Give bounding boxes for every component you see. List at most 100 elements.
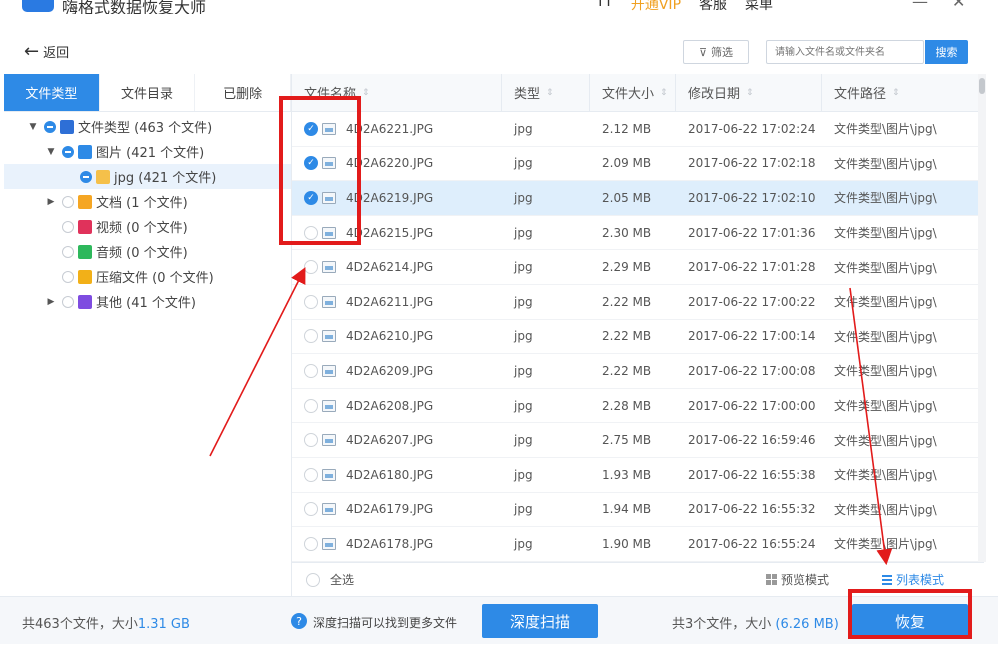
cell-type: jpg (514, 329, 533, 344)
row-checkbox[interactable] (304, 363, 318, 378)
tree-item-archives[interactable]: 压缩文件 (0 个文件) (4, 264, 291, 289)
image-file-icon (322, 537, 336, 550)
row-checkbox[interactable] (304, 225, 318, 240)
table-scrollbar[interactable] (978, 74, 986, 562)
search-button[interactable]: 搜索 (925, 40, 968, 64)
column-header-date[interactable]: 修改日期 ⇕ (676, 74, 822, 111)
tab-file-directory[interactable]: 文件目录 (100, 74, 196, 111)
expand-down-icon[interactable]: ▼ (26, 122, 40, 132)
close-icon[interactable]: ✕ (952, 0, 965, 11)
image-file-icon (322, 295, 336, 308)
header-tt[interactable]: TT (596, 0, 613, 14)
tree-radio[interactable] (62, 145, 74, 158)
minimize-icon[interactable]: — (912, 0, 928, 11)
table-row[interactable]: 4D2A6210.JPG jpg 2.22 MB 2017-06-22 17:00:1… (292, 320, 984, 355)
image-file-icon (322, 191, 336, 204)
table-row[interactable]: 4D2A6208.JPG jpg 2.28 MB 2017-06-22 17:00:0… (292, 389, 984, 424)
tree-radio[interactable] (80, 170, 92, 183)
tree-radio[interactable] (62, 295, 74, 308)
deep-scan-button[interactable]: 深度扫描 (482, 604, 598, 638)
back-button[interactable]: ← 返回 (24, 42, 69, 61)
table-row[interactable]: 4D2A6209.JPG jpg 2.22 MB 2017-06-22 17:00:0… (292, 354, 984, 389)
tab-file-type[interactable]: 文件类型 (4, 74, 100, 111)
row-checkbox[interactable] (304, 260, 318, 275)
expand-down-icon[interactable]: ▼ (44, 147, 58, 157)
table-row[interactable]: ✓ 4D2A6221.JPG jpg 2.12 MB 2017-06-22 17:02:… (292, 112, 984, 147)
table-row[interactable]: 4D2A6207.JPG jpg 2.75 MB 2017-06-22 16:59:4… (292, 423, 984, 458)
row-checkbox[interactable]: ✓ (304, 121, 318, 136)
cell-name: 4D2A6208.JPG (292, 398, 502, 413)
file-name: 4D2A6211.JPG (346, 294, 434, 309)
cell-size: 1.93 MB (602, 467, 652, 482)
sort-icon: ⇕ (660, 87, 668, 98)
row-checkbox[interactable] (304, 433, 318, 448)
table-row[interactable]: ✓ 4D2A6220.JPG jpg 2.09 MB 2017-06-22 17:02:… (292, 147, 984, 182)
tree-item-file-type[interactable]: ▼ 文件类型 (463 个文件) (4, 114, 291, 139)
table-row[interactable]: 4D2A6214.JPG jpg 2.29 MB 2017-06-22 17:01:2… (292, 250, 984, 285)
cell-name: 4D2A6210.JPG (292, 329, 502, 344)
cell-type: jpg (514, 190, 533, 205)
table-row[interactable]: 4D2A6211.JPG jpg 2.22 MB 2017-06-22 17:00:2… (292, 285, 984, 320)
cell-path: 文件类型\图片\jpg\ (834, 191, 937, 206)
preview-mode-label: 预览模式 (781, 573, 830, 587)
row-checkbox[interactable] (304, 294, 318, 309)
table-row[interactable]: 4D2A6179.JPG jpg 1.94 MB 2017-06-22 16:55:3… (292, 493, 984, 528)
row-checkbox[interactable] (304, 398, 318, 413)
vip-link[interactable]: 开通VIP (631, 0, 681, 14)
expand-right-icon[interactable]: ▶ (44, 197, 58, 207)
preview-mode-button[interactable]: 预览模式 (766, 571, 829, 588)
table-row[interactable]: 4D2A6178.JPG jpg 1.90 MB 2017-06-22 16:55:2… (292, 527, 984, 562)
recover-button[interactable]: 恢复 (852, 604, 968, 638)
select-all[interactable]: 全选 (306, 571, 354, 588)
scrollbar-thumb[interactable] (979, 78, 985, 94)
table-row[interactable]: ✓ 4D2A6219.JPG jpg 2.05 MB 2017-06-22 17:02:… (292, 181, 984, 216)
filter-button[interactable]: ⊽ 筛选 (683, 40, 749, 64)
tree-radio[interactable] (62, 245, 74, 258)
cell-name: 4D2A6207.JPG (292, 433, 502, 448)
cell-size: 2.22 MB (602, 294, 652, 309)
column-header-size[interactable]: 文件大小 ⇕ (590, 74, 676, 111)
other-icon (78, 294, 92, 309)
customer-service-link[interactable]: 客服 (699, 0, 727, 14)
tree-item-other[interactable]: ▶ 其他 (41 个文件) (4, 289, 291, 314)
row-checkbox[interactable] (304, 536, 318, 551)
cell-size: 1.90 MB (602, 536, 652, 551)
cell-size: 1.94 MB (602, 502, 652, 517)
tree-item-images[interactable]: ▼ 图片 (421 个文件) (4, 139, 291, 164)
column-header-name[interactable]: 文件名称 ⇕ (292, 74, 502, 111)
tree-label: 视频 (0 个文件) (96, 221, 188, 236)
sort-icon: ⇕ (362, 87, 370, 98)
tree-radio[interactable] (44, 120, 56, 133)
table-row[interactable]: 4D2A6215.JPG jpg 2.30 MB 2017-06-22 17:01:3… (292, 216, 984, 251)
row-checkbox[interactable]: ✓ (304, 156, 318, 171)
tree-radio[interactable] (62, 270, 74, 283)
column-header-path[interactable]: 文件路径 ⇕ (822, 74, 984, 111)
tree-item-documents[interactable]: ▶ 文档 (1 个文件) (4, 189, 291, 214)
tree-item-audio[interactable]: 音频 (0 个文件) (4, 239, 291, 264)
select-all-checkbox[interactable] (306, 572, 320, 587)
video-icon (78, 219, 92, 234)
file-name: 4D2A6210.JPG (346, 329, 434, 344)
file-type-tree: ▼ 文件类型 (463 个文件) ▼ 图片 (421 个文件) jpg (421… (4, 112, 291, 314)
list-mode-button[interactable]: 列表模式 (882, 571, 944, 588)
cell-type: jpg (514, 398, 533, 413)
table-row[interactable]: 4D2A6180.JPG jpg 1.93 MB 2017-06-22 16:55:3… (292, 458, 984, 493)
row-checkbox[interactable]: ✓ (304, 190, 318, 205)
tree-item-jpg[interactable]: jpg (421 个文件) (4, 164, 291, 189)
cell-type: jpg (514, 260, 533, 275)
search-input[interactable] (766, 40, 924, 64)
row-checkbox[interactable] (304, 329, 318, 344)
tab-deleted[interactable]: 已删除 (195, 74, 292, 111)
cell-size: 2.22 MB (602, 329, 652, 344)
menu-link[interactable]: 菜单 (745, 0, 773, 14)
row-checkbox[interactable] (304, 502, 318, 517)
tree-item-video[interactable]: 视频 (0 个文件) (4, 214, 291, 239)
row-checkbox[interactable] (304, 467, 318, 482)
tree-radio[interactable] (62, 195, 74, 208)
cell-name: ✓ 4D2A6221.JPG (292, 121, 502, 136)
tree-label: 其他 (41 个文件) (96, 296, 196, 311)
title-bar: 嗨格式数据恢复大师 TT 开通VIP 客服 菜单 — ✕ (0, 0, 998, 14)
expand-right-icon[interactable]: ▶ (44, 297, 58, 307)
tree-radio[interactable] (62, 220, 74, 233)
column-header-type[interactable]: 类型 ⇕ (502, 74, 590, 111)
